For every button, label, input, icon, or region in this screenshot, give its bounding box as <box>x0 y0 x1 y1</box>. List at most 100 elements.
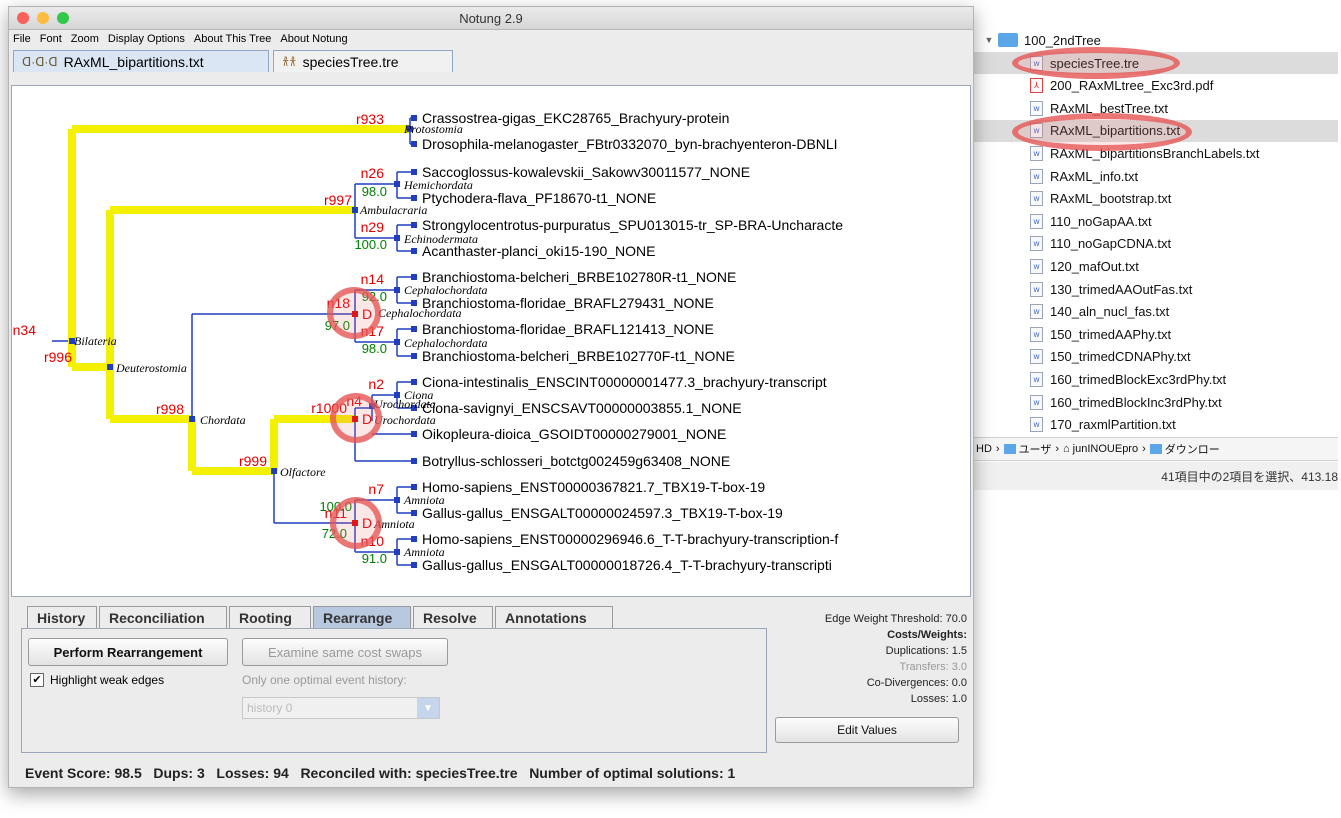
tab-resolve[interactable]: Resolve <box>413 606 493 628</box>
text-file-icon: w <box>1030 417 1043 433</box>
history-select-value: history 0 <box>247 701 293 715</box>
leaf-node[interactable] <box>411 431 417 437</box>
internal-node[interactable] <box>189 416 195 422</box>
internal-node[interactable] <box>394 235 400 241</box>
leaf-label[interactable]: Branchiostoma-belcheri_BRBE102770F-t1_NO… <box>422 348 735 364</box>
leaf-label[interactable]: Botryllus-schlosseri_botctg002459g63408_… <box>422 453 730 469</box>
internal-node[interactable] <box>107 364 113 370</box>
tab-reconciliation[interactable]: Reconciliation <box>99 606 227 628</box>
leaf-label[interactable]: Branchiostoma-floridae_BRAFL279431_NONE <box>422 295 714 311</box>
text-file-icon: w <box>1030 281 1043 297</box>
finder-file-row[interactable]: w 170_raxmlPartition.txt <box>972 414 1338 436</box>
leaf-node[interactable] <box>411 562 417 568</box>
node-name: r996 <box>44 349 72 365</box>
leaf-node[interactable] <box>411 274 417 280</box>
menu-about-notung[interactable]: About Notung <box>280 33 347 45</box>
leaf-label[interactable]: Ptychodera-flava_PF18670-t1_NONE <box>422 190 656 206</box>
disclosure-triangle-icon[interactable]: ▼ <box>980 35 998 45</box>
highlight-circle-dup-r1000 <box>330 393 382 443</box>
finder-path-users[interactable]: ユーザ <box>1019 441 1052 457</box>
tab-annotations[interactable]: Annotations <box>495 606 613 628</box>
menu-bar: File Font Zoom Display Options About Thi… <box>9 30 973 48</box>
finder-path-hd[interactable]: HD <box>976 443 992 455</box>
finder-file-row[interactable]: w 110_noGapAA.txt <box>972 210 1338 232</box>
leaf-node[interactable] <box>411 222 417 228</box>
history-select[interactable]: history 0 ▼ <box>242 697 440 719</box>
costs-heading: Costs/Weights: <box>887 629 967 641</box>
internal-node[interactable] <box>394 339 400 345</box>
finder-file-row[interactable]: w 130_trimedAAOutFas.txt <box>972 278 1338 300</box>
document-tabs: ᗡ·ᗡ·ᗡ RAxML_bipartitions.txt 𐀪𐀪 speciesT… <box>9 48 973 72</box>
menu-file[interactable]: File <box>13 33 31 45</box>
menu-font[interactable]: Font <box>40 33 62 45</box>
finder-file-row[interactable]: w RAxML_info.txt <box>972 165 1338 187</box>
tab-rooting[interactable]: Rooting <box>229 606 311 628</box>
leaf-node[interactable] <box>411 248 417 254</box>
finder-file-row[interactable]: w 160_trimedBlockExc3rdPhy.txt <box>972 368 1338 390</box>
internal-node[interactable] <box>394 181 400 187</box>
checkbox-checked-icon[interactable]: ✔ <box>30 673 44 687</box>
leaf-node[interactable] <box>411 484 417 490</box>
tab-gene-tree[interactable]: ᗡ·ᗡ·ᗡ RAxML_bipartitions.txt <box>13 50 269 72</box>
taxon-label: Hemichordata <box>403 178 473 192</box>
internal-node[interactable] <box>394 549 400 555</box>
finder-path-downloads[interactable]: ダウンロー <box>1165 441 1220 457</box>
leaf-node[interactable] <box>411 115 417 121</box>
leaf-label[interactable]: Gallus-gallus_ENSGALT00000018726.4_T-T-b… <box>422 557 832 573</box>
chevron-down-icon[interactable]: ▼ <box>417 698 439 718</box>
finder-file-row[interactable]: w 160_trimedBlockInc3rdPhy.txt <box>972 391 1338 413</box>
finder-file-row[interactable]: ⅄ 200_RAxMLtree_Exc3rd.pdf <box>972 75 1338 97</box>
edit-values-button[interactable]: Edit Values <box>775 717 959 743</box>
leaf-node[interactable] <box>411 536 417 542</box>
perform-rearrangement-button[interactable]: Perform Rearrangement <box>28 638 228 666</box>
leaf-label[interactable]: Oikopleura-dioica_GSOIDT00000279001_NONE <box>422 426 726 442</box>
leaf-label[interactable]: Branchiostoma-floridae_BRAFL121413_NONE <box>422 321 714 337</box>
internal-node[interactable] <box>352 207 358 213</box>
examine-same-cost-swaps-button[interactable]: Examine same cost swaps <box>242 638 448 666</box>
home-icon: ⌂ <box>1063 443 1070 455</box>
taxon-label: Amniota <box>403 493 445 507</box>
leaf-label[interactable]: Homo-sapiens_ENST00000367821.7_TBX19-T-b… <box>422 479 765 495</box>
internal-node[interactable] <box>394 287 400 293</box>
tab-history[interactable]: History <box>27 606 97 628</box>
leaf-label[interactable]: Ciona-savignyi_ENSCSAVT00000003855.1_NON… <box>422 400 742 416</box>
internal-node[interactable] <box>394 497 400 503</box>
rearrange-panel: Perform Rearrangement Examine same cost … <box>21 628 767 753</box>
leaf-node[interactable] <box>411 379 417 385</box>
text-file-icon: w <box>1030 371 1043 387</box>
highlight-weak-edges[interactable]: ✔ Highlight weak edges <box>30 673 164 687</box>
finder-file-row[interactable]: w 110_noGapCDNA.txt <box>972 233 1338 255</box>
leaf-label[interactable]: Homo-sapiens_ENST00000296946.6_T-T-brach… <box>422 531 838 547</box>
leaf-node[interactable] <box>411 141 417 147</box>
leaf-node[interactable] <box>411 458 417 464</box>
leaf-label[interactable]: Gallus-gallus_ENSGALT00000024597.3_TBX19… <box>422 505 783 521</box>
leaf-label[interactable]: Ciona-intestinalis_ENSCINT00000001477.3_… <box>422 374 827 390</box>
tab-rearrange[interactable]: Rearrange <box>313 606 411 628</box>
internal-node[interactable] <box>271 468 277 474</box>
leaf-node[interactable] <box>411 353 417 359</box>
leaf-label[interactable]: Crassostrea-gigas_EKC28765_Brachyury-pro… <box>422 110 729 126</box>
finder-folder-row[interactable]: ▼ 100_2ndTree <box>972 29 1338 51</box>
menu-about-this-tree[interactable]: About This Tree <box>194 33 271 45</box>
finder-file-name: 150_trimedCDNAPhy.txt <box>1050 349 1191 365</box>
tab-species-tree[interactable]: 𐀪𐀪 speciesTree.tre <box>273 50 453 72</box>
leaf-node[interactable] <box>411 169 417 175</box>
gene-tree-icon: ᗡ·ᗡ·ᗡ <box>22 54 58 69</box>
codivergences-cost: Co-Divergences: 0.0 <box>866 677 967 689</box>
finder-file-row[interactable]: w 140_aln_nucl_fas.txt <box>972 301 1338 323</box>
finder-file-row[interactable]: w 150_trimedAAPhy.txt <box>972 323 1338 345</box>
leaf-node[interactable] <box>411 510 417 516</box>
menu-zoom[interactable]: Zoom <box>71 33 99 45</box>
tree-canvas[interactable]: Crassostrea-gigas_EKC28765_Brachyury-pro… <box>11 85 971 597</box>
menu-display-options[interactable]: Display Options <box>108 33 185 45</box>
finder-path-home[interactable]: junINOUEpro <box>1073 443 1138 455</box>
leaf-label[interactable]: Drosophila-melanogaster_FBtr0332070_byn-… <box>422 136 838 152</box>
leaf-node[interactable] <box>411 326 417 332</box>
title-bar: Notung 2.9 <box>9 7 973 30</box>
finder-file-row[interactable]: w 120_mafOut.txt <box>972 255 1338 277</box>
finder-file-row[interactable]: w RAxML_bootstrap.txt <box>972 188 1338 210</box>
leaf-node[interactable] <box>411 195 417 201</box>
finder-status-bar: 41項目中の2項目を選択、413.18 <box>972 462 1338 490</box>
finder-file-row[interactable]: w 150_trimedCDNAPhy.txt <box>972 346 1338 368</box>
leaf-label[interactable]: Strongylocentrotus-purpuratus_SPU013015-… <box>422 217 843 233</box>
